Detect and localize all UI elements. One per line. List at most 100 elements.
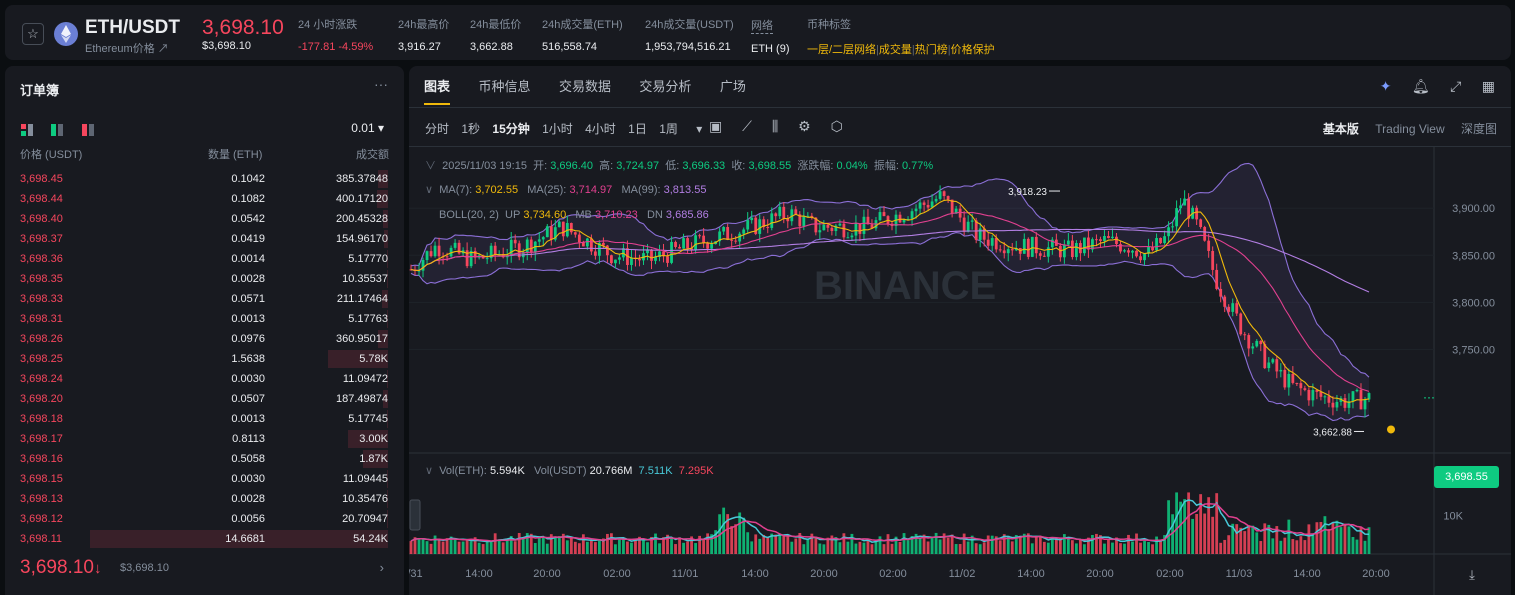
candle-body xyxy=(730,239,734,241)
chevron-right-icon[interactable]: › xyxy=(380,560,384,575)
candle-body xyxy=(1115,236,1118,245)
volume-bar xyxy=(954,544,958,554)
volume-bar xyxy=(433,535,437,554)
tab-chart[interactable]: 图表 xyxy=(424,76,451,105)
order-book-row[interactable]: 3,698.37 0.0419 154.96170 xyxy=(5,229,404,249)
volume-bar xyxy=(489,541,493,554)
ask-price: 3,698.16 xyxy=(20,453,63,465)
tag-layer[interactable]: 一层/二层网络 xyxy=(807,44,876,56)
candle-body xyxy=(734,240,738,242)
order-book-row[interactable]: 3,698.33 0.0571 211.17464 xyxy=(5,289,404,309)
precision-dropdown[interactable]: 0.01 ▾ xyxy=(351,121,384,135)
candle-body xyxy=(994,238,998,250)
view-depth[interactable]: 深度图 xyxy=(1461,122,1497,136)
order-book-row[interactable]: 3,698.17 0.8113 3.00K xyxy=(5,429,404,449)
layout-grid-icon[interactable]: ▦ xyxy=(1482,78,1495,95)
candle-body xyxy=(958,208,962,218)
candle-body xyxy=(970,220,974,222)
x-tick-label: 11/02 xyxy=(949,568,976,580)
orderbook-last-price[interactable]: 3,698.10↓ xyxy=(20,557,101,579)
volume-bar xyxy=(1347,526,1351,554)
volume-bar xyxy=(409,541,413,554)
tab-coin-info[interactable]: 币种信息 xyxy=(478,76,530,103)
candle-body xyxy=(1034,236,1038,254)
candle-body xyxy=(1335,401,1339,408)
order-book-row[interactable]: 3,698.35 0.0028 10.35537 xyxy=(5,269,404,289)
order-book-row[interactable]: 3,698.15 0.0030 11.09445 xyxy=(5,469,404,489)
pair-name: ETH/USDT xyxy=(85,17,180,38)
stat-network[interactable]: 网络 ETH (9) xyxy=(751,16,790,55)
interval-1w[interactable]: 1周 xyxy=(659,122,678,136)
volume-bar xyxy=(946,537,950,554)
tab-trading-data[interactable]: 交易数据 xyxy=(559,76,611,103)
order-book-row[interactable]: 3,698.26 0.0976 360.95017 xyxy=(5,329,404,349)
ask-total: 11.09472 xyxy=(342,373,388,385)
both-sides-icon[interactable] xyxy=(21,123,33,136)
candle-body xyxy=(1223,296,1227,307)
volume-bar xyxy=(425,541,429,554)
calendar-icon[interactable]: ▣ xyxy=(709,118,722,134)
ask-price: 3,698.35 xyxy=(20,273,63,285)
candle-type-icon[interactable]: ⫼ xyxy=(772,118,778,134)
order-book-row[interactable]: 3,698.11 14.6681 54.24K xyxy=(5,529,404,549)
candle-body xyxy=(638,258,641,261)
candle-body xyxy=(485,258,489,260)
stat-24h-vol-usdt: 24h成交量(USDT) 1,953,794,516.21 xyxy=(645,19,734,53)
order-book-row[interactable]: 3,698.13 0.0028 10.35476 xyxy=(5,489,404,509)
volume-bar xyxy=(818,543,822,554)
order-book-row[interactable]: 3,698.44 0.1082 400.17120 xyxy=(5,189,404,209)
candle-body xyxy=(858,223,862,234)
interval-line[interactable]: 分时 xyxy=(425,122,449,136)
volume-bar xyxy=(934,532,938,554)
tab-trading-analysis[interactable]: 交易分析 xyxy=(639,76,691,103)
order-book-row[interactable]: 3,698.40 0.0542 200.45328 xyxy=(5,209,404,229)
tag-hot[interactable]: 热门榜 xyxy=(915,44,948,56)
volume-bar xyxy=(730,526,734,554)
order-book-row[interactable]: 3,698.25 1.5638 5.78K xyxy=(5,349,404,369)
drawing-icon[interactable]: ⬡ xyxy=(831,118,843,134)
favorite-star-icon[interactable]: ☆ xyxy=(22,23,44,45)
view-basic[interactable]: 基本版 xyxy=(1323,122,1359,136)
order-book-row[interactable]: 3,698.45 0.1042 385.37848 xyxy=(5,169,404,189)
candle-body xyxy=(545,226,549,238)
candlestick-chart[interactable]: BINANCE 3,900.00 3,850.00 3,800.00 3,750.00… xyxy=(409,147,1511,595)
tag-protect[interactable]: 价格保护 xyxy=(951,44,995,56)
volume-bar xyxy=(870,544,874,554)
interval-1s[interactable]: 1秒 xyxy=(461,122,480,136)
candle-body xyxy=(1283,369,1287,388)
settings-icon[interactable]: ⚙︎ xyxy=(798,118,811,134)
order-book-row[interactable]: 3,698.31 0.0013 5.17763 xyxy=(5,309,404,329)
order-book-row[interactable]: 3,698.24 0.0030 11.09472 xyxy=(5,369,404,389)
bids-only-icon[interactable] xyxy=(51,123,64,136)
order-book-row[interactable]: 3,698.18 0.0013 5.17745 xyxy=(5,409,404,429)
coin-tags: 币种标签 一层/二层网络|成交量|热门榜|价格保护 xyxy=(807,19,995,56)
indicator-icon[interactable]: ⟋ xyxy=(742,118,752,134)
order-book-row[interactable]: 3,698.20 0.0507 187.49874 xyxy=(5,389,404,409)
interval-15m[interactable]: 15分钟 xyxy=(492,122,529,136)
ask-qty: 14.6681 xyxy=(225,533,265,545)
tab-square[interactable]: 广场 xyxy=(720,76,746,103)
view-tradingview[interactable]: Trading View xyxy=(1375,122,1444,136)
order-book-row[interactable]: 3,698.36 0.0014 5.17770 xyxy=(5,249,404,269)
ask-total: 5.17763 xyxy=(348,313,388,325)
volume-bar xyxy=(898,541,902,554)
order-book-row[interactable]: 3,698.12 0.0056 20.70947 xyxy=(5,509,404,529)
interval-dropdown-icon[interactable]: ▾ xyxy=(696,122,702,136)
interval-1d[interactable]: 1日 xyxy=(628,122,647,136)
bell-icon[interactable]: 🔔︎ xyxy=(1412,78,1430,95)
interval-4h[interactable]: 4小时 xyxy=(585,122,616,136)
volume-bar xyxy=(1054,538,1058,554)
volume-bar xyxy=(1363,540,1367,554)
order-book-row[interactable]: 3,698.16 0.5058 1.87K xyxy=(5,449,404,469)
asks-only-icon[interactable] xyxy=(81,123,94,136)
stat-24h-vol-eth: 24h成交量(ETH) 516,558.74 xyxy=(542,19,623,53)
pair-subtitle[interactable]: Ethereum价格 ↗ xyxy=(85,40,169,56)
tag-volume[interactable]: 成交量 xyxy=(879,44,912,56)
interval-1h[interactable]: 1小时 xyxy=(542,122,573,136)
more-icon[interactable]: ··· xyxy=(374,76,388,92)
expand-icon[interactable]: ⤢ xyxy=(1450,78,1461,95)
ai-sparkle-icon[interactable]: ✦ xyxy=(1380,78,1392,95)
volume-bar xyxy=(1050,537,1054,554)
candle-body xyxy=(557,221,561,228)
volume-bar xyxy=(581,534,585,554)
